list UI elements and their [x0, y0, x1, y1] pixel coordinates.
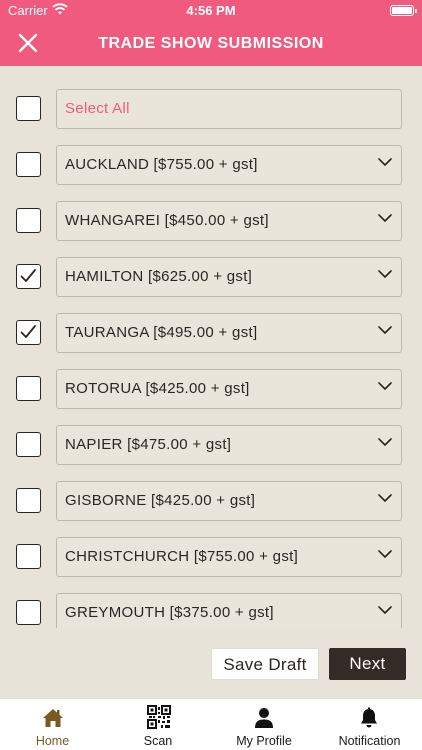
bell-icon [361, 707, 377, 728]
trade-show-checkbox[interactable] [16, 376, 41, 401]
trade-show-dropdown[interactable]: GISBORNE [$425.00 + gst] [56, 481, 402, 521]
trade-show-row: GISBORNE [$425.00 + gst] [0, 481, 422, 521]
trade-show-dropdown[interactable]: HAMILTON [$625.00 + gst] [56, 257, 402, 297]
battery-icon [390, 5, 417, 16]
clock: 4:56 PM [186, 3, 236, 18]
tab-label: Scan [143, 734, 173, 748]
trade-show-checkbox[interactable] [16, 208, 41, 233]
chevron-down-icon [378, 326, 392, 334]
trade-show-dropdown[interactable]: TAURANGA [$495.00 + gst] [56, 313, 402, 353]
trade-show-row: NAPIER [$475.00 + gst] [0, 425, 422, 465]
trade-show-row: WHANGAREI [$450.00 + gst] [0, 201, 422, 241]
tab-label: Home [35, 734, 70, 748]
trade-show-checkbox[interactable] [16, 264, 41, 289]
trade-show-checkbox[interactable] [16, 600, 41, 625]
chevron-down-icon [378, 550, 392, 558]
trade-show-dropdown[interactable]: ROTORUA [$425.00 + gst] [56, 369, 402, 409]
tab-bar: Home Scan My Profile Notification [0, 698, 422, 750]
trade-show-checkbox[interactable] [16, 320, 41, 345]
trade-show-label: AUCKLAND [$755.00 + gst] [65, 156, 258, 173]
trade-show-checkbox[interactable] [16, 544, 41, 569]
nav-bar: TRADE SHOW SUBMISSION [0, 22, 422, 66]
trade-show-label: CHRISTCHURCH [$755.00 + gst] [65, 548, 299, 565]
trade-show-label: NAPIER [$475.00 + gst] [65, 436, 232, 453]
trade-show-row: TAURANGA [$495.00 + gst] [0, 313, 422, 353]
trade-show-checkbox[interactable] [16, 152, 41, 177]
select-all-field[interactable]: Select All [56, 89, 402, 129]
chevron-down-icon [378, 158, 392, 166]
tab-my-profile[interactable]: My Profile [211, 699, 317, 750]
tab-label: Notification [338, 734, 401, 748]
trade-show-label: WHANGAREI [$450.00 + gst] [65, 212, 269, 229]
trade-show-dropdown[interactable]: WHANGAREI [$450.00 + gst] [56, 201, 402, 241]
trade-show-label: TAURANGA [$495.00 + gst] [65, 324, 258, 341]
user-icon [255, 708, 273, 728]
checkmark-icon [20, 269, 36, 282]
trade-show-dropdown[interactable]: CHRISTCHURCH [$755.00 + gst] [56, 537, 402, 577]
trade-show-dropdown[interactable]: NAPIER [$475.00 + gst] [56, 425, 402, 465]
trade-show-label: GISBORNE [$425.00 + gst] [65, 492, 256, 509]
qr-code-icon [147, 705, 171, 729]
chevron-down-icon [378, 382, 392, 390]
select-all-row: Select All [0, 89, 422, 129]
tab-scan[interactable]: Scan [105, 699, 211, 750]
trade-show-row: HAMILTON [$625.00 + gst] [0, 257, 422, 297]
tab-home[interactable]: Home [0, 699, 105, 750]
trade-show-row: AUCKLAND [$755.00 + gst] [0, 145, 422, 185]
select-all-checkbox[interactable] [16, 96, 41, 121]
trade-show-dropdown[interactable]: GREYMOUTH [$375.00 + gst] [56, 593, 402, 628]
next-button[interactable]: Next [329, 648, 406, 680]
tab-notification[interactable]: Notification [317, 699, 422, 750]
chevron-down-icon [378, 494, 392, 502]
trade-show-row: GREYMOUTH [$375.00 + gst] [0, 593, 422, 628]
trade-show-label: GREYMOUTH [$375.00 + gst] [65, 604, 274, 621]
trade-show-label: ROTORUA [$425.00 + gst] [65, 380, 250, 397]
trade-show-row: CHRISTCHURCH [$755.00 + gst] [0, 537, 422, 577]
trade-show-row: ROTORUA [$425.00 + gst] [0, 369, 422, 409]
chevron-down-icon [378, 270, 392, 278]
checkmark-icon [20, 325, 36, 338]
tab-label: My Profile [236, 734, 292, 748]
status-bar: Carrier 4:56 PM [0, 0, 422, 22]
chevron-down-icon [378, 214, 392, 222]
chevron-down-icon [378, 606, 392, 614]
trade-show-list[interactable]: Select All AUCKLAND [$755.00 + gst] WHANG… [0, 66, 422, 628]
trade-show-checkbox[interactable] [16, 432, 41, 457]
action-bar: Save Draft Next [0, 628, 422, 698]
select-all-label: Select All [65, 100, 130, 117]
trade-show-dropdown[interactable]: AUCKLAND [$755.00 + gst] [56, 145, 402, 185]
page-title: TRADE SHOW SUBMISSION [98, 35, 324, 52]
chevron-down-icon [378, 438, 392, 446]
home-icon [43, 709, 63, 727]
trade-show-label: HAMILTON [$625.00 + gst] [65, 268, 253, 285]
save-draft-button[interactable]: Save Draft [211, 648, 319, 680]
trade-show-checkbox[interactable] [16, 488, 41, 513]
